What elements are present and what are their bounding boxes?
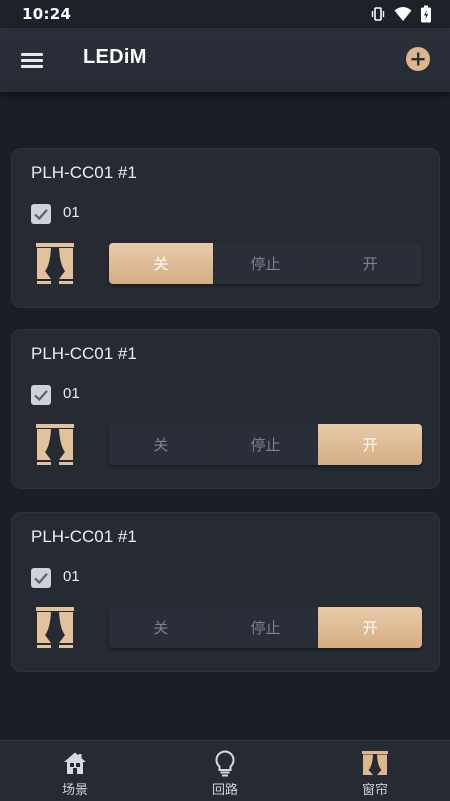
check-icon xyxy=(34,573,48,585)
app-bar: LEDiM xyxy=(0,28,450,92)
device-title: PLH-CC01 #1 xyxy=(31,163,137,182)
add-button[interactable] xyxy=(404,45,432,73)
menu-button[interactable] xyxy=(18,46,46,74)
curtain-icon xyxy=(36,243,74,284)
battery-icon xyxy=(421,5,431,23)
channel-checkbox[interactable] xyxy=(31,204,51,224)
check-icon xyxy=(34,390,48,402)
device-title: PLH-CC01 #1 xyxy=(31,344,137,363)
status-time: 10:24 xyxy=(22,5,72,23)
curtain-control: 关 停止 开 xyxy=(109,243,422,284)
wifi-icon xyxy=(394,7,412,21)
device-title: PLH-CC01 #1 xyxy=(31,527,137,546)
open-button[interactable]: 开 xyxy=(318,607,422,648)
nav-label: 回路 xyxy=(211,783,238,798)
status-icons xyxy=(370,5,432,23)
curtain-card: PLH-CC01 #1 01 关 停止 开 xyxy=(11,329,440,489)
curtain-control: 关 停止 开 xyxy=(109,424,422,465)
curtain-icon xyxy=(36,424,74,465)
nav-item-circuits[interactable]: 回路 xyxy=(150,741,300,801)
lightbulb-icon xyxy=(215,750,235,777)
bottom-nav: 场景 回路 窗帘 xyxy=(0,740,450,801)
close-button[interactable]: 关 xyxy=(109,243,214,284)
check-icon xyxy=(34,209,48,221)
channel-checkbox[interactable] xyxy=(31,568,51,588)
nav-label: 场景 xyxy=(61,783,88,798)
status-bar: 10:24 xyxy=(0,0,450,28)
app-title: LEDiM xyxy=(83,46,147,68)
stop-button[interactable]: 停止 xyxy=(214,424,319,465)
stop-button[interactable]: 停止 xyxy=(214,243,319,284)
content-area: PLH-CC01 #1 01 关 停止 开 PLH-CC01 #1 01 关 停… xyxy=(0,92,450,740)
open-button[interactable]: 开 xyxy=(318,424,422,465)
close-button[interactable]: 关 xyxy=(109,607,214,648)
curtain-card: PLH-CC01 #1 01 关 停止 开 xyxy=(11,512,440,672)
vibrate-icon xyxy=(371,7,385,21)
curtain-icon xyxy=(362,751,388,775)
close-button[interactable]: 关 xyxy=(109,424,214,465)
house-icon xyxy=(64,752,86,774)
curtain-control: 关 停止 开 xyxy=(109,607,422,648)
nav-item-scenes[interactable]: 场景 xyxy=(0,741,150,801)
channel-label: 01 xyxy=(63,568,80,585)
menu-icon xyxy=(21,53,43,56)
curtain-icon xyxy=(36,607,74,648)
stop-button[interactable]: 停止 xyxy=(214,607,319,648)
channel-checkbox[interactable] xyxy=(31,385,51,405)
channel-label: 01 xyxy=(63,385,80,402)
curtain-card: PLH-CC01 #1 01 关 停止 开 xyxy=(11,148,440,308)
open-button[interactable]: 开 xyxy=(318,243,422,284)
plus-circle-icon xyxy=(406,47,430,71)
channel-label: 01 xyxy=(63,204,80,221)
nav-item-curtains[interactable]: 窗帘 xyxy=(300,741,450,801)
nav-label: 窗帘 xyxy=(361,783,388,798)
